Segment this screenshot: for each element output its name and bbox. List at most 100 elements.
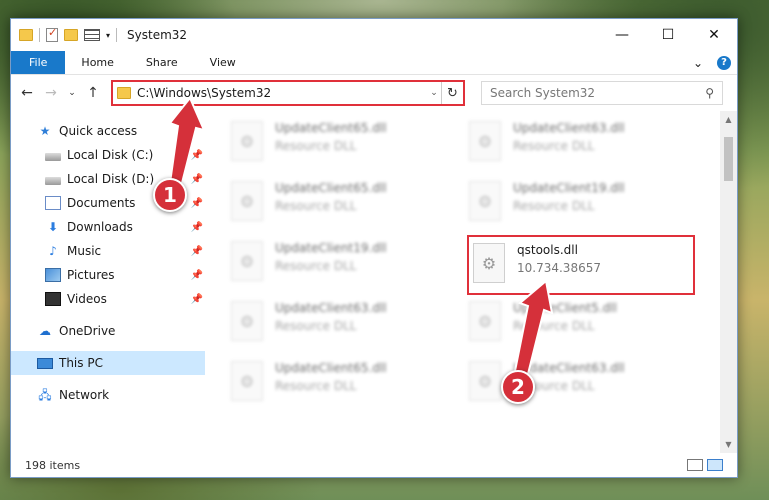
file-description: Resource DLL — [513, 139, 595, 153]
folder-icon — [117, 87, 131, 99]
file-description: Resource DLL — [275, 199, 357, 213]
details-view-icon[interactable] — [687, 459, 703, 471]
properties-icon[interactable] — [46, 26, 58, 42]
file-name: UpdateClient63.dll — [275, 301, 387, 315]
sidebar-item-label: Pictures — [67, 268, 115, 282]
file-item[interactable]: ⚙ UpdateClient65.dll Resource DLL — [231, 179, 457, 229]
status-bar: 198 items — [11, 453, 737, 477]
scroll-up-icon[interactable]: ▲ — [720, 111, 737, 128]
forward-button[interactable]: → — [41, 85, 61, 101]
download-icon: ⬇ — [47, 220, 59, 234]
search-input[interactable]: Search System32 ⚲ — [481, 81, 723, 105]
gear-icon: ⚙ — [469, 181, 501, 221]
minimize-button[interactable]: — — [599, 19, 645, 51]
file-name: UpdateClient19.dll — [513, 181, 625, 195]
sidebar-item-onedrive[interactable]: ☁ OneDrive — [11, 319, 205, 343]
file-item[interactable]: ⚙ UpdateClient65.dll Resource DLL — [231, 359, 457, 409]
help-icon[interactable]: ? — [717, 55, 731, 70]
file-name: UpdateClient65.dll — [275, 181, 387, 195]
gear-icon: ⚙ — [231, 241, 263, 281]
file-description: Resource DLL — [275, 139, 357, 153]
sidebar-item-music[interactable]: ♪ Music 📌 — [11, 239, 205, 263]
file-item[interactable]: ⚙ UpdateClient5.dll Resource DLL — [469, 299, 695, 349]
gear-icon: ⚙ — [231, 181, 263, 221]
search-placeholder: Search System32 — [490, 86, 596, 100]
file-name: UpdateClient19.dll — [275, 241, 387, 255]
search-icon[interactable]: ⚲ — [705, 86, 714, 100]
file-description: 10.734.38657 — [517, 261, 601, 275]
folder-icon — [19, 29, 33, 41]
nav-gap — [11, 343, 205, 351]
scroll-down-icon[interactable]: ▼ — [720, 436, 737, 453]
file-item[interactable]: ⚙ UpdateClient19.dll Resource DLL — [469, 179, 695, 229]
tab-view[interactable]: View — [194, 51, 252, 74]
sidebar-item-label: Music — [67, 244, 102, 258]
toolbar-divider — [39, 28, 40, 42]
sidebar-item-local-disk-c[interactable]: Local Disk (C:) 📌 — [11, 143, 205, 167]
file-description: Resource DLL — [513, 319, 595, 333]
sidebar-item-label: Documents — [67, 196, 136, 210]
tab-share[interactable]: Share — [130, 51, 194, 74]
view-icon[interactable] — [84, 29, 100, 41]
gear-icon: ⚙ — [231, 121, 263, 161]
address-path[interactable]: C:\Windows\System32 — [137, 86, 427, 100]
pin-icon[interactable]: 📌 — [191, 294, 203, 305]
network-icon: 🖧 — [38, 388, 52, 402]
pin-icon[interactable]: 📌 — [191, 198, 203, 209]
back-button[interactable]: ← — [17, 85, 37, 101]
file-name: UpdateClient5.dll — [513, 301, 617, 315]
tab-home[interactable]: Home — [65, 51, 129, 74]
sidebar-item-label: Local Disk (C:) — [67, 148, 154, 162]
window-title: System32 — [127, 28, 188, 42]
tab-file[interactable]: File — [11, 51, 66, 74]
file-item-qstools[interactable]: ⚙ qstools.dll 10.734.38657 — [467, 235, 695, 295]
address-bar[interactable]: C:\Windows\System32 ⌄ ↻ — [111, 80, 465, 106]
file-item[interactable]: ⚙ UpdateClient63.dll Resource DLL — [469, 119, 695, 169]
gear-icon: ⚙ — [231, 361, 263, 401]
up-button[interactable]: ↑ — [83, 85, 103, 101]
sidebar-item-this-pc[interactable]: This PC — [11, 351, 205, 375]
sidebar-item-label: Quick access — [59, 124, 138, 138]
maximize-button[interactable]: ☐ — [645, 19, 691, 51]
sidebar-item-pictures[interactable]: Pictures 📌 — [11, 263, 205, 287]
nav-gap — [11, 375, 205, 383]
navigation-pane: ★ Quick access Local Disk (C:) 📌 Local D… — [11, 111, 205, 453]
scrollbar-thumb[interactable] — [724, 137, 733, 181]
sidebar-item-downloads[interactable]: ⬇ Downloads 📌 — [11, 215, 205, 239]
file-item[interactable]: ⚙ UpdateClient19.dll Resource DLL — [231, 239, 457, 289]
file-item[interactable]: ⚙ UpdateClient63.dll Resource DLL — [231, 299, 457, 349]
chevron-down-icon[interactable]: ⌄ — [427, 88, 441, 98]
pin-icon[interactable]: 📌 — [191, 246, 203, 257]
sidebar-item-quick-access[interactable]: ★ Quick access — [11, 119, 205, 143]
sidebar-item-label: This PC — [59, 356, 103, 370]
title-bar: ▾ System32 — ☐ ✕ — [11, 19, 737, 51]
file-name: UpdateClient63.dll — [513, 361, 625, 375]
ribbon-right: ⌄ ? — [693, 51, 737, 74]
gear-icon: ⚙ — [231, 301, 263, 341]
music-icon: ♪ — [49, 244, 57, 258]
item-count: 198 items — [25, 458, 81, 472]
refresh-button[interactable]: ↻ — [441, 82, 463, 104]
sidebar-item-network[interactable]: 🖧 Network — [11, 383, 205, 407]
pin-icon[interactable]: 📌 — [191, 174, 203, 185]
file-description: Resource DLL — [275, 319, 357, 333]
file-item[interactable]: ⚙ UpdateClient65.dll Resource DLL — [231, 119, 457, 169]
star-icon: ★ — [39, 124, 51, 138]
customize-toolbar-icon[interactable]: ▾ — [106, 31, 110, 40]
recent-locations-button[interactable]: ⌄ — [65, 88, 79, 98]
sidebar-item-label: Downloads — [67, 220, 133, 234]
pin-icon[interactable]: 📌 — [191, 150, 203, 161]
expand-ribbon-icon[interactable]: ⌄ — [693, 56, 703, 70]
sidebar-item-videos[interactable]: Videos 📌 — [11, 287, 205, 311]
close-button[interactable]: ✕ — [691, 19, 737, 51]
sidebar-item-label: OneDrive — [59, 324, 116, 338]
toolbar-divider — [116, 28, 118, 42]
pin-icon[interactable]: 📌 — [191, 270, 203, 281]
tiles-view-icon[interactable] — [707, 459, 723, 471]
vertical-scrollbar[interactable]: ▲ ▼ — [720, 111, 737, 453]
main-area: ★ Quick access Local Disk (C:) 📌 Local D… — [11, 111, 737, 453]
new-folder-icon[interactable] — [64, 29, 78, 41]
pin-icon[interactable]: 📌 — [191, 222, 203, 233]
sidebar-item-label: Videos — [67, 292, 107, 306]
callout-step-1: 1 — [153, 178, 187, 212]
